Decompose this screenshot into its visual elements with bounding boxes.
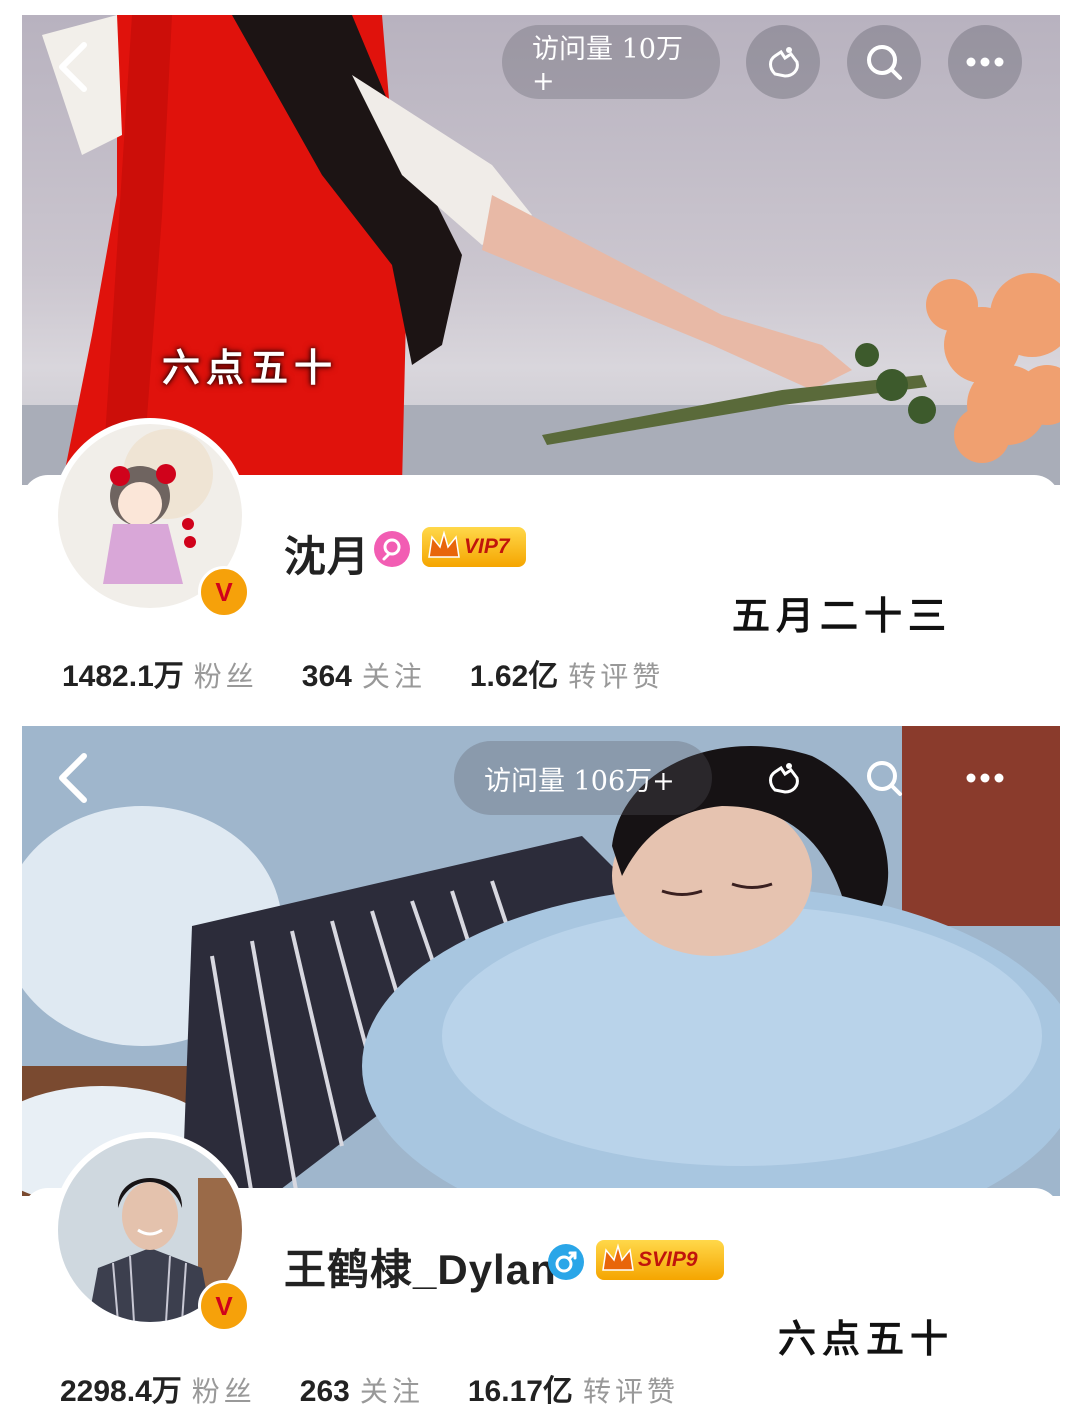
vip-badge[interactable]: SVIP9 bbox=[596, 1240, 724, 1280]
interactions-count: 1.62亿 bbox=[469, 660, 559, 693]
vip-badge[interactable]: VIP7 bbox=[422, 527, 526, 567]
chevron-left-icon bbox=[59, 753, 87, 803]
followers-count[interactable]: 1482.1万 bbox=[62, 660, 184, 693]
more-dots-icon bbox=[966, 57, 1004, 67]
more-dots-icon bbox=[966, 773, 1004, 783]
hand-heart-icon bbox=[769, 763, 799, 794]
verified-badge: V bbox=[198, 1280, 250, 1332]
stats-row: 2298.4万 粉丝 263 关注 16.17亿 转评赞 bbox=[60, 1366, 723, 1410]
male-icon bbox=[548, 1244, 584, 1280]
more-button[interactable] bbox=[948, 741, 1022, 815]
crown-icon bbox=[602, 1243, 634, 1271]
followers-label[interactable]: 粉丝 bbox=[194, 661, 258, 692]
profile-card: V 沈月 VIP7 五月二十三 1482.1万 粉丝 364 关注 1.62亿 转评赞 bbox=[22, 418, 1060, 695]
avatar[interactable]: V bbox=[52, 1132, 250, 1332]
user-name: 王鹤棣_Dylan bbox=[284, 1246, 557, 1293]
gesture-button[interactable] bbox=[746, 25, 820, 99]
followers-count[interactable]: 2298.4万 bbox=[60, 1375, 182, 1408]
followers-label[interactable]: 粉丝 bbox=[192, 1376, 256, 1407]
interactions-label: 转评赞 bbox=[568, 661, 665, 692]
back-button[interactable] bbox=[52, 37, 92, 97]
user-name: 沈月 bbox=[284, 533, 371, 580]
profile-panel-2: 访问量 106万+ V 王鹤棣_Dylan SVIP9 六点五十 2298.4万… bbox=[22, 726, 1060, 1416]
side-caption: 六点五十 bbox=[778, 1316, 955, 1361]
search-icon bbox=[867, 45, 902, 80]
more-button[interactable] bbox=[948, 25, 1022, 99]
side-caption: 五月二十三 bbox=[732, 593, 953, 638]
vip-label: SVIP9 bbox=[638, 1248, 698, 1271]
vip-label: VIP7 bbox=[464, 535, 510, 558]
following-label[interactable]: 关注 bbox=[360, 1376, 424, 1407]
profile-panel-1: 六点五十 访问量 10万+ V 沈月 VIP7 五月二十三 1482.1万 粉丝… bbox=[22, 15, 1060, 695]
visits-counter[interactable]: 访问量 10万+ bbox=[502, 25, 720, 99]
gesture-button[interactable] bbox=[746, 741, 820, 815]
interactions-label: 转评赞 bbox=[582, 1376, 679, 1407]
visits-counter[interactable]: 访问量 106万+ bbox=[454, 741, 712, 815]
avatar[interactable]: V bbox=[52, 418, 250, 618]
search-icon bbox=[867, 761, 902, 796]
interactions-count: 16.17亿 bbox=[467, 1375, 573, 1408]
banner-caption: 六点五十 bbox=[162, 345, 339, 390]
following-count[interactable]: 263 bbox=[300, 1375, 350, 1408]
profile-banner: 访问量 106万+ bbox=[22, 726, 1060, 1196]
stats-row: 1482.1万 粉丝 364 关注 1.62亿 转评赞 bbox=[62, 651, 708, 695]
crown-icon bbox=[428, 530, 460, 558]
verified-badge: V bbox=[198, 566, 250, 618]
following-label[interactable]: 关注 bbox=[362, 661, 426, 692]
chevron-left-icon bbox=[59, 42, 87, 92]
back-button[interactable] bbox=[52, 748, 92, 808]
hand-heart-icon bbox=[769, 47, 799, 78]
female-icon bbox=[374, 531, 410, 567]
profile-banner: 六点五十 访问量 10万+ bbox=[22, 15, 1060, 485]
search-button[interactable] bbox=[847, 741, 921, 815]
following-count[interactable]: 364 bbox=[302, 660, 352, 693]
profile-card: V 王鹤棣_Dylan SVIP9 六点五十 2298.4万 粉丝 263 关注 16.… bbox=[22, 1132, 1060, 1416]
search-button[interactable] bbox=[847, 25, 921, 99]
